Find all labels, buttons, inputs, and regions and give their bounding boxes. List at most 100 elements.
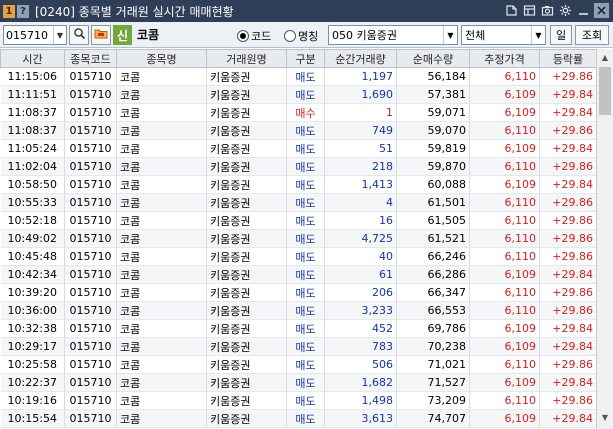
cell-side: 매도 [286, 373, 325, 392]
table-row[interactable]: 10:22:37 015710 코콤 키움증권 매도 1,682 71,527 6,109 +2… [0, 373, 597, 392]
cell-name: 코콤 [116, 373, 207, 392]
table-row[interactable]: 10:15:54 015710 코콤 키움증권 매도 3,613 74,707 6,109 +2… [0, 409, 597, 428]
chevron-down-icon[interactable]: ▼ [531, 26, 545, 44]
broker-select-value[interactable]: 050 키움증권 [329, 27, 443, 43]
col-header-name[interactable]: 종목명 [116, 49, 207, 68]
cell-name: 코콤 [116, 175, 207, 194]
radio-code-button[interactable] [237, 30, 249, 42]
cell-est-price: 6,110 [469, 283, 540, 302]
filter-select[interactable]: 전체 ▼ [461, 25, 546, 45]
cell-broker: 키움증권 [206, 85, 287, 104]
query-toolbar: 015710 ▼ 신 코콤 코드 명칭 050 키움증권 ▼ 전체 ▼ 일 조회 [0, 22, 613, 48]
cell-side: 매도 [286, 139, 325, 158]
table-row[interactable]: 10:25:58 015710 코콤 키움증권 매도 506 71,021 6,110 +29.… [0, 355, 597, 374]
col-header-time[interactable]: 시간 [0, 49, 65, 68]
cell-est-price: 6,110 [469, 211, 540, 230]
table-row[interactable]: 10:36:00 015710 코콤 키움증권 매도 3,233 66,553 6,110 +2… [0, 301, 597, 320]
col-header-broker[interactable]: 거래원명 [206, 49, 287, 68]
col-header-side[interactable]: 구분 [286, 49, 325, 68]
table-row[interactable]: 10:45:48 015710 코콤 키움증권 매도 40 66,246 6,110 +29.8… [0, 247, 597, 266]
cell-est-price: 6,109 [469, 265, 540, 284]
col-header-volume[interactable]: 순간거래량 [324, 49, 397, 68]
cell-est-price: 6,110 [469, 391, 540, 410]
table-row[interactable]: 10:39:20 015710 코콤 키움증권 매도 206 66,347 6,110 +29.… [0, 283, 597, 302]
table-row[interactable]: 11:11:51 015710 코콤 키움증권 매도 1,690 57,381 6,109 +2… [0, 85, 597, 104]
radio-code[interactable]: 코드 [237, 28, 271, 44]
cell-est-price: 6,109 [469, 103, 540, 122]
cell-change-rate: +29.84 [539, 409, 597, 428]
cell-code: 015710 [64, 247, 117, 266]
scroll-up-icon[interactable]: ▲ [597, 49, 613, 66]
table-row[interactable]: 10:19:16 015710 코콤 키움증권 매도 1,498 73,209 6,110 +2… [0, 391, 597, 410]
window-number-badge[interactable]: 1 [3, 4, 15, 18]
cell-code: 015710 [64, 337, 117, 356]
cell-broker: 키움증권 [206, 247, 287, 266]
table-row[interactable]: 10:32:38 015710 코콤 키움증권 매도 452 69,786 6,109 +29.… [0, 319, 597, 338]
stock-code-value[interactable]: 015710 [4, 29, 53, 42]
table-row[interactable]: 11:08:37 015710 코콤 키움증권 매도 749 59,070 6,110 +29.… [0, 121, 597, 140]
cell-side: 매도 [286, 193, 325, 212]
table-row[interactable]: 11:05:24 015710 코콤 키움증권 매도 51 59,819 6,109 +29.8… [0, 139, 597, 158]
table-row[interactable]: 11:08:37 015710 코콤 키움증권 매수 1 59,071 6,109 +29.84 [0, 103, 597, 122]
cell-name: 코콤 [116, 409, 207, 428]
cell-time: 10:52:18 [0, 211, 65, 230]
col-header-est-price[interactable]: 추정가격 [469, 49, 540, 68]
stock-code-input[interactable]: 015710 ▼ [3, 25, 67, 45]
scroll-thumb[interactable] [599, 67, 611, 115]
table-row[interactable]: 10:58:50 015710 코콤 키움증권 매도 1,413 60,088 6,109 +2… [0, 175, 597, 194]
cell-change-rate: +29.86 [539, 211, 597, 230]
help-badge[interactable]: ? [17, 4, 29, 18]
cell-change-rate: +29.84 [539, 337, 597, 356]
cell-side: 매도 [286, 121, 325, 140]
camera-icon[interactable] [540, 3, 555, 18]
table-row[interactable]: 11:02:04 015710 코콤 키움증권 매도 218 59,870 6,110 +29.… [0, 157, 597, 176]
table-row[interactable]: 10:29:17 015710 코콤 키움증권 매도 783 70,238 6,109 +29.… [0, 337, 597, 356]
layout-icon[interactable] [522, 3, 537, 18]
filter-select-value[interactable]: 전체 [462, 27, 531, 43]
cell-side: 매도 [286, 301, 325, 320]
cell-time: 11:05:24 [0, 139, 65, 158]
cell-code: 015710 [64, 373, 117, 392]
col-header-change-rate[interactable]: 등락률 [539, 49, 597, 68]
gear-icon[interactable] [558, 3, 573, 18]
pin-icon[interactable] [504, 3, 519, 18]
col-header-code[interactable]: 종목코드 [64, 49, 117, 68]
vertical-scrollbar[interactable]: ▲ ▼ [596, 49, 613, 429]
cell-volume: 452 [324, 319, 397, 338]
table-row[interactable]: 10:49:02 015710 코콤 키움증권 매도 4,725 61,521 6,110 +2… [0, 229, 597, 248]
cell-change-rate: +29.84 [539, 175, 597, 194]
cell-time: 11:08:37 [0, 121, 65, 140]
col-header-net-buy[interactable]: 순매수량 [396, 49, 470, 68]
chevron-down-icon[interactable]: ▼ [443, 26, 457, 44]
cell-time: 10:55:33 [0, 193, 65, 212]
broker-select[interactable]: 050 키움증권 ▼ [328, 25, 458, 45]
cell-time: 10:58:50 [0, 175, 65, 194]
cell-volume: 783 [324, 337, 397, 356]
cell-volume: 506 [324, 355, 397, 374]
cell-volume: 1,690 [324, 85, 397, 104]
cell-time: 10:36:00 [0, 301, 65, 320]
table-row[interactable]: 11:15:06 015710 코콤 키움증권 매도 1,197 56,184 6,110 +2… [0, 67, 597, 86]
cell-volume: 206 [324, 283, 397, 302]
minimize-icon[interactable] [576, 3, 591, 18]
stock-group-button[interactable] [91, 25, 111, 45]
cell-code: 015710 [64, 319, 117, 338]
search-icon [73, 27, 86, 43]
radio-name[interactable]: 명칭 [284, 28, 318, 44]
radio-name-button[interactable] [284, 30, 296, 42]
cell-code: 015710 [64, 175, 117, 194]
search-button[interactable] [69, 25, 89, 45]
table-row[interactable]: 10:55:33 015710 코콤 키움증권 매도 4 61,501 6,110 +29.86 [0, 193, 597, 212]
window-controls [504, 3, 609, 18]
query-button[interactable]: 조회 [575, 25, 609, 45]
table-row[interactable]: 10:42:34 015710 코콤 키움증권 매도 61 66,286 6,109 +29.8… [0, 265, 597, 284]
cell-side: 매도 [286, 409, 325, 428]
stock-name-label: 코콤 [137, 28, 160, 42]
table-row[interactable]: 10:52:18 015710 코콤 키움증권 매도 16 61,505 6,110 +29.8… [0, 211, 597, 230]
scroll-down-icon[interactable]: ▼ [597, 409, 613, 426]
close-icon[interactable] [594, 3, 609, 18]
daily-button[interactable]: 일 [550, 25, 572, 45]
cell-name: 코콤 [116, 319, 207, 338]
cell-est-price: 6,110 [469, 247, 540, 266]
chevron-down-icon[interactable]: ▼ [53, 26, 66, 44]
